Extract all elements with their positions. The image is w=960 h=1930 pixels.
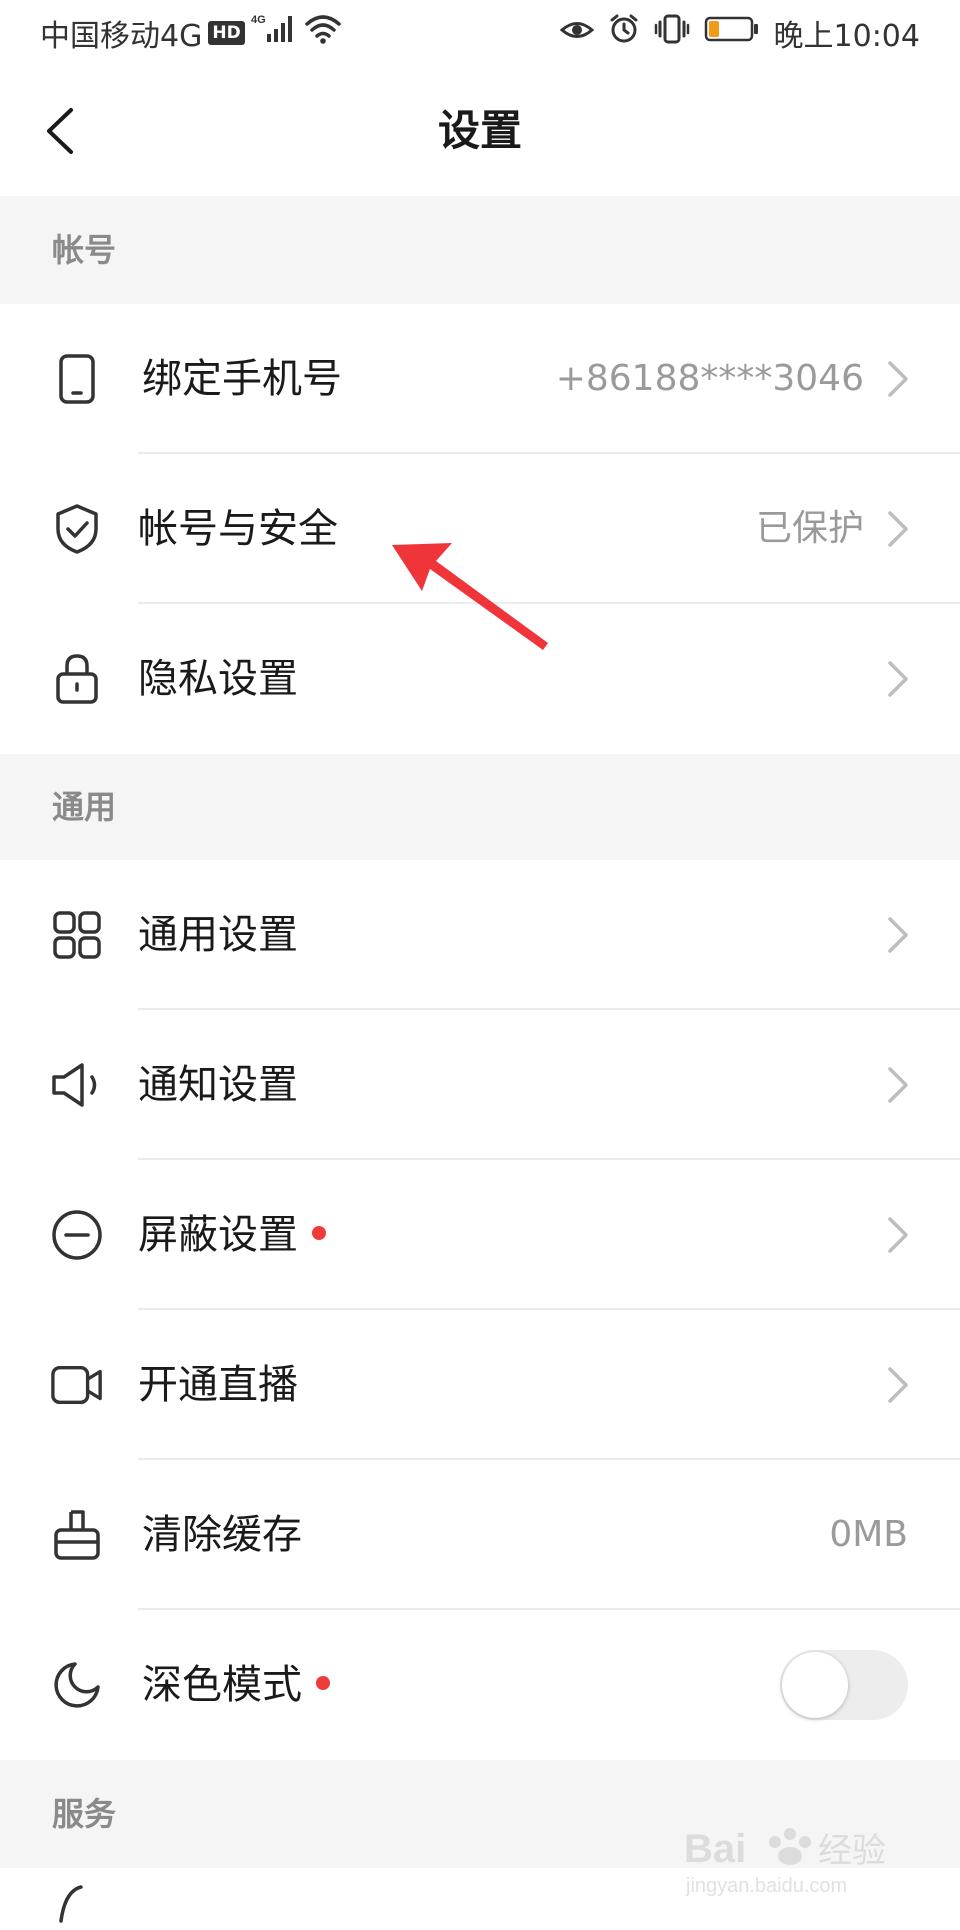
status-bar: 中国移动4G HD 4G 晚上10:04 <box>0 0 960 66</box>
status-time: 晚上10:04 <box>773 19 920 54</box>
minus-circle-icon <box>50 1208 104 1262</box>
phone-number-value: +86188****3046 <box>555 358 864 399</box>
settings-row-privacy[interactable]: 隐私设置 <box>0 604 960 754</box>
section-header-account: 帐号 <box>0 196 960 304</box>
speaker-icon <box>50 1058 104 1112</box>
cache-size-value: 0MB <box>829 1514 908 1555</box>
chevron-right-icon <box>888 1067 908 1103</box>
new-badge-dot <box>316 1676 330 1690</box>
phone-icon <box>50 352 104 406</box>
row-label: 屏蔽设置 <box>138 1212 298 1258</box>
toggle-knob <box>782 1652 848 1718</box>
row-label: 通用设置 <box>138 912 298 958</box>
security-status-value: 已保护 <box>755 508 864 549</box>
watermark-brand2: 经验 <box>818 1831 886 1871</box>
chevron-right-icon <box>888 511 908 547</box>
row-label: 绑定手机号 <box>142 356 342 402</box>
settings-row-general[interactable]: 通用设置 <box>0 860 960 1010</box>
eye-icon <box>559 16 594 51</box>
settings-row-block[interactable]: 屏蔽设置 <box>0 1160 960 1310</box>
lock-icon <box>50 652 104 706</box>
row-label: 深色模式 <box>142 1662 302 1708</box>
video-camera-icon <box>50 1358 104 1412</box>
moon-icon <box>50 1658 104 1712</box>
dark-mode-toggle[interactable] <box>780 1650 908 1720</box>
watermark-url: jingyan.baidu.com <box>685 1875 847 1897</box>
row-label: 通知设置 <box>138 1062 298 1108</box>
settings-row-dark-mode[interactable]: 深色模式 <box>0 1610 960 1760</box>
chevron-right-icon <box>888 1217 908 1253</box>
vibrate-icon <box>654 13 690 53</box>
settings-row-account-security[interactable]: 帐号与安全 已保护 <box>0 454 960 604</box>
section-header-general: 通用 <box>0 754 960 860</box>
new-badge-dot <box>312 1226 326 1240</box>
row-label: 开通直播 <box>138 1362 298 1408</box>
watermark-brand: Bai <box>684 1827 746 1871</box>
row-label-with-badge: 深色模式 <box>142 1610 330 1760</box>
battery-icon <box>704 15 760 51</box>
settings-row-notification[interactable]: 通知设置 <box>0 1010 960 1160</box>
account-group: 绑定手机号 +86188****3046 帐号与安全 已保护 隐私设置 <box>0 304 960 754</box>
carrier-label: 中国移动4G <box>40 19 203 54</box>
row-label: 帐号与安全 <box>138 506 338 552</box>
chevron-right-icon <box>888 361 908 397</box>
row-label: 隐私设置 <box>138 656 298 702</box>
page-title: 设置 <box>437 106 522 155</box>
status-bar-left: 中国移动4G HD 4G <box>40 12 343 54</box>
settings-row-live[interactable]: 开通直播 <box>0 1310 960 1460</box>
settings-row-bind-phone[interactable]: 绑定手机号 +86188****3046 <box>0 304 960 454</box>
chevron-right-icon <box>888 917 908 953</box>
status-bar-right: 晚上10:04 <box>559 12 920 54</box>
settings-row-clear-cache[interactable]: 清除缓存 0MB <box>0 1460 960 1610</box>
brush-icon <box>50 1508 104 1562</box>
wifi-icon <box>303 12 343 54</box>
row-label-with-badge: 屏蔽设置 <box>138 1160 326 1310</box>
general-group: 通用设置 通知设置 屏蔽设置 开通直播 清除缓存 0MB 深色模式 <box>0 860 960 1760</box>
chevron-right-icon <box>888 661 908 697</box>
baidu-jingyan-watermark: Bai 经验 jingyan.baidu.com <box>684 1827 886 1897</box>
row-label: 清除缓存 <box>142 1512 302 1558</box>
hd-badge: HD <box>208 21 245 45</box>
shield-check-icon <box>50 502 104 556</box>
grid-icon <box>50 908 104 962</box>
signal-tag-text: 4G <box>251 14 266 26</box>
chevron-right-icon <box>888 1367 908 1403</box>
title-bar: 设置 <box>0 66 960 196</box>
alarm-icon <box>608 13 640 53</box>
service-icon-partial <box>50 1876 104 1930</box>
signal-icon: 4G <box>251 12 297 54</box>
